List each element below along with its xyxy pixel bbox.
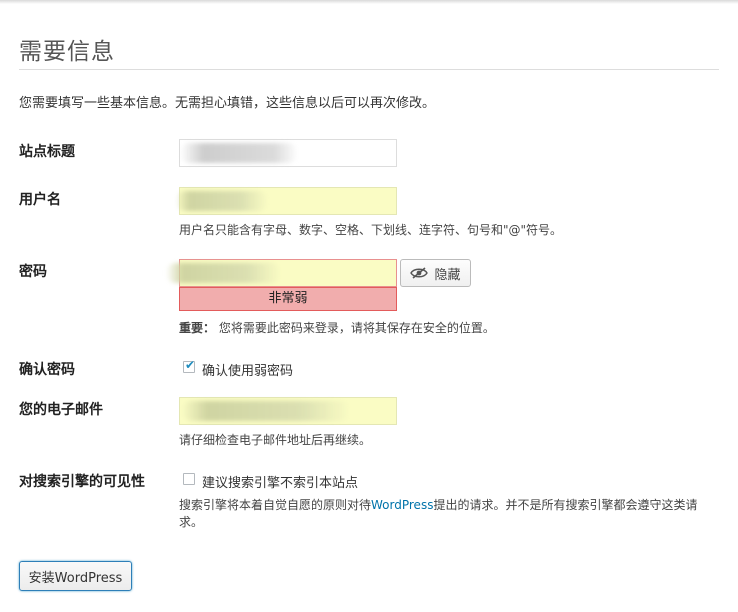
weak-password-checkbox[interactable]: ✔	[183, 358, 196, 373]
search-visibility-hint-line2: 求。	[179, 515, 204, 529]
search-engine-checkbox[interactable]	[183, 473, 195, 485]
redacted-value	[182, 401, 350, 421]
page-title: 需要信息	[19, 39, 115, 65]
site-title-label: 站点标题	[19, 144, 75, 160]
intro-text: 您需要填写一些基本信息。无需担心填错，这些信息以后可以再次修改。	[19, 96, 436, 111]
username-hint: 用户名只能含有字母、数字、空格、下划线、连字符、句号和"@"符号。	[179, 223, 563, 237]
username-input[interactable]	[176, 187, 397, 215]
email-input[interactable]	[179, 397, 397, 425]
confirm-password-label: 确认密码	[19, 362, 75, 378]
site-title-input[interactable]	[179, 139, 397, 167]
search-visibility-label: 对搜索引擎的可见性	[19, 474, 145, 490]
search-visibility-hint: 搜索引擎将本着自觉自愿的原则对待WordPress提出的请求。并不是所有搜索引擎…	[179, 496, 697, 513]
password-important-note: 重要： 您将需要此密码来登录，请将其保存在安全的位置。	[179, 319, 495, 336]
weak-password-checkbox-label[interactable]: 确认使用弱密码	[202, 360, 293, 379]
password-label: 密码	[19, 264, 47, 280]
wordpress-link[interactable]: WordPress	[371, 498, 433, 512]
hint-part1: 搜索引擎将本着自觉自愿的原则对待	[179, 498, 372, 512]
install-wordpress-button[interactable]: 安装WordPress	[19, 561, 132, 591]
password-strength: 非常弱	[179, 287, 397, 311]
important-label: 重要：	[179, 321, 216, 335]
search-engine-checkbox-label[interactable]: 建议搜索引擎不索引本站点	[202, 472, 358, 491]
top-shadow	[0, 0, 738, 4]
email-hint: 请仔细检查电子邮件地址后再继续。	[179, 433, 372, 447]
hide-password-label: 隐藏	[434, 267, 461, 283]
redacted-value	[180, 143, 298, 163]
important-text: 您将需要此密码来登录，请将其保存在安全的位置。	[218, 321, 495, 335]
password-input[interactable]	[166, 259, 397, 287]
email-label: 您的电子邮件	[19, 402, 103, 418]
eye-slash-icon	[410, 267, 429, 279]
hint-part2: 提出的请求。并不是所有搜索引擎都会遵守这类请	[433, 498, 698, 512]
hide-password-button[interactable]: 隐藏	[400, 259, 471, 287]
title-divider	[19, 69, 719, 70]
checkmark-icon: ✔	[185, 358, 196, 372]
redacted-value	[176, 191, 268, 211]
username-label: 用户名	[19, 192, 61, 208]
redacted-value	[166, 263, 281, 283]
